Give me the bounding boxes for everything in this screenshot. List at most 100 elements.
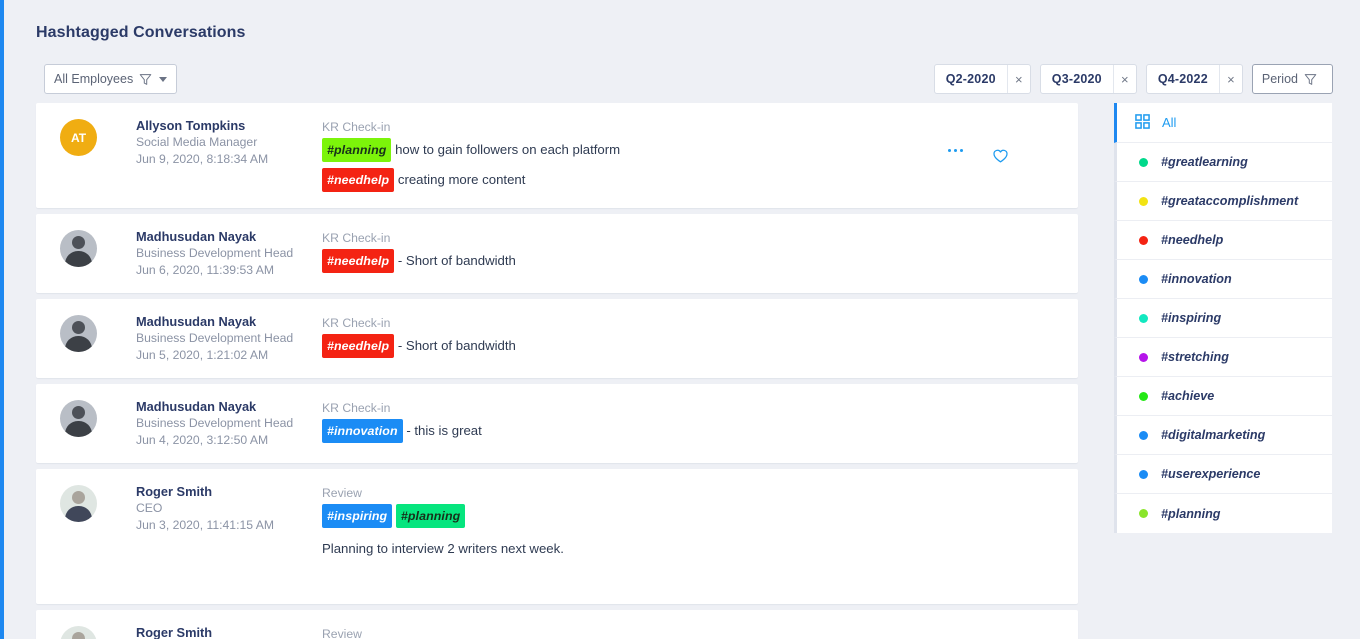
sidebar-item-stretching[interactable]: #stretching (1114, 338, 1332, 377)
author-meta: Roger SmithCEOJun 3, 2020, 11:41:15 AM (136, 483, 322, 560)
sidebar-item-inspiring[interactable]: #inspiring (1114, 299, 1332, 338)
conversation-card[interactable]: Roger SmithCEOJun 3, 2020, 11:41:15 AMRe… (36, 469, 1078, 604)
avatar-wrapper (60, 483, 136, 560)
sidebar-item-label: All (1162, 115, 1177, 130)
sidebar-item-label: #greatlearning (1161, 155, 1248, 169)
avatar-wrapper (60, 624, 136, 639)
sidebar-item-label: #inspiring (1161, 311, 1222, 325)
hashtag-color-dot (1139, 352, 1148, 362)
period-chip[interactable]: Q3-2020 × (1039, 64, 1137, 94)
hashtag-tag[interactable]: #innovation (322, 419, 403, 443)
author-meta: Roger SmithCEOJun 3, 2020, 11:41:15 AM (136, 624, 322, 639)
post-actions (940, 313, 1060, 364)
post-timestamp: Jun 3, 2020, 11:41:15 AM (136, 518, 275, 532)
hashtag-tag[interactable]: #needhelp (322, 249, 395, 273)
period-filter-dropdown[interactable]: Period (1251, 64, 1333, 94)
conversation-card[interactable]: AT Allyson Tompkins Social Media Manager Ju… (36, 103, 1078, 208)
post-kind: KR Check-in (322, 231, 391, 245)
author-name: Madhusudan Nayak (136, 229, 257, 244)
post-line: #planning how to gain followers on each … (322, 138, 940, 162)
conversation-card[interactable]: Roger SmithCEOJun 3, 2020, 11:41:15 AMRe… (36, 610, 1078, 639)
post-kind: KR Check-in (322, 120, 391, 134)
hashtag-tag[interactable]: #needhelp (322, 334, 395, 358)
avatar (60, 230, 97, 267)
avatar-photo-body (65, 336, 92, 352)
post-kind: KR Check-in (322, 401, 391, 415)
employee-filter-label: All Employees (54, 72, 134, 86)
period-chip[interactable]: Q4-2022 × (1145, 64, 1243, 94)
hashtag-tag[interactable]: #inspiring (322, 504, 393, 528)
sidebar-item-userexperience[interactable]: #userexperience (1114, 455, 1332, 494)
sidebar-item-all[interactable]: All (1114, 103, 1332, 143)
like-heart-icon[interactable] (993, 149, 1008, 168)
conversation-card[interactable]: Madhusudan Nayak Business Development Hea… (36, 299, 1078, 378)
employee-filter-dropdown[interactable]: All Employees (44, 64, 178, 94)
post-kind: Review (322, 486, 362, 500)
hashtag-color-dot (1139, 196, 1148, 206)
post-line: #needhelp creating more content (322, 168, 940, 192)
sidebar-item-label: #stretching (1161, 350, 1229, 364)
hashtag-tag[interactable]: #needhelp (322, 168, 395, 192)
avatar-wrapper: AT (60, 117, 136, 194)
author-meta: Madhusudan Nayak Business Development Hea… (136, 313, 322, 364)
post-actions (940, 228, 1060, 279)
post-line: #needhelp - Short of bandwidth (322, 334, 940, 358)
conversation-card[interactable]: Madhusudan Nayak Business Development Hea… (36, 214, 1078, 293)
period-chip[interactable]: Q2-2020 × (933, 64, 1031, 94)
sidebar-item-label: #userexperience (1161, 467, 1261, 481)
hashtag-color-dot (1139, 274, 1148, 284)
hashtag-color-dot (1139, 430, 1148, 440)
avatar-photo-head (72, 491, 85, 504)
hashtag-color-dot (1139, 157, 1148, 167)
author-role: Business Development Head (136, 331, 294, 345)
post-line-text: - this is great (406, 423, 482, 438)
avatar-photo-body (65, 506, 92, 522)
period-chip-list: Q2-2020 × Q3-2020 × Q4-2022 × Period (933, 64, 1333, 94)
author-name: Allyson Tompkins (136, 118, 246, 133)
funnel-icon (139, 73, 152, 86)
conversation-feed: AT Allyson Tompkins Social Media Manager Ju… (36, 103, 1078, 639)
post-timestamp: Jun 4, 2020, 3:12:50 AM (136, 433, 269, 447)
post-actions (940, 117, 1060, 194)
hashtag-color-dot (1139, 313, 1148, 323)
post-kind: Review (322, 627, 362, 639)
sidebar-item-greatlearning[interactable]: #greatlearning (1114, 143, 1332, 182)
sidebar-item-needhelp[interactable]: #needhelp (1114, 221, 1332, 260)
hashtag-tag[interactable]: #planning (322, 138, 392, 162)
avatar-wrapper (60, 398, 136, 449)
avatar: AT (60, 119, 97, 156)
hashtag-tag[interactable]: #planning (395, 504, 466, 528)
hashtag-color-dot (1139, 469, 1148, 479)
chevron-down-icon (159, 76, 168, 82)
post-content: Review#greatlearning (322, 624, 940, 639)
conversation-card[interactable]: Madhusudan Nayak Business Development Hea… (36, 384, 1078, 463)
author-meta: Madhusudan Nayak Business Development Hea… (136, 228, 322, 279)
hashtag-color-dot (1139, 235, 1148, 245)
post-line-text: how to gain followers on each platform (395, 142, 621, 157)
post-line-text: - Short of bandwidth (397, 253, 516, 268)
sidebar-item-achieve[interactable]: #achieve (1114, 377, 1332, 416)
remove-chip-icon[interactable]: × (1112, 65, 1136, 93)
period-chip-label: Q3-2020 (1051, 72, 1102, 86)
funnel-icon (1304, 73, 1317, 86)
post-kind: KR Check-in (322, 316, 391, 330)
avatar (60, 485, 97, 522)
grid-icon (1135, 113, 1150, 132)
author-role: Social Media Manager (136, 135, 258, 149)
filter-toolbar: All Employees Q2-2020 × Q3-2020 × Q4-202… (0, 64, 1360, 96)
author-role: Business Development Head (136, 416, 294, 430)
author-name: Madhusudan Nayak (136, 399, 257, 414)
sidebar-item-planning[interactable]: #planning (1114, 494, 1332, 533)
avatar-photo-head (72, 632, 85, 639)
remove-chip-icon[interactable]: × (1006, 65, 1030, 93)
remove-chip-icon[interactable]: × (1218, 65, 1242, 93)
sidebar-item-digitalmarketing[interactable]: #digitalmarketing (1114, 416, 1332, 455)
sidebar-item-innovation[interactable]: #innovation (1114, 260, 1332, 299)
avatar-photo-body (65, 251, 92, 267)
post-content: KR Check-in #planning how to gain followe… (322, 117, 940, 194)
period-chip-label: Q4-2022 (1157, 72, 1208, 86)
hashtag-sidebar: All #greatlearning #greataccomplishment #n… (1114, 103, 1332, 533)
hashtag-color-dot (1139, 509, 1148, 518)
more-options-icon[interactable] (948, 149, 963, 152)
sidebar-item-greataccomplishment[interactable]: #greataccomplishment (1114, 182, 1332, 221)
